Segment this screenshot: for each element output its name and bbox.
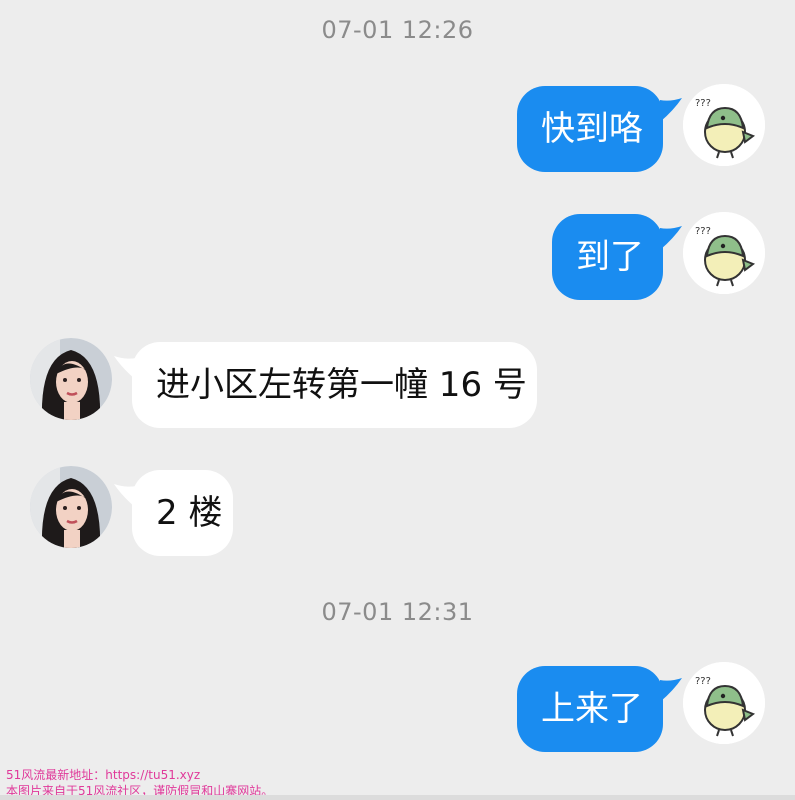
timestamp: 07-01 12:26 [321, 16, 474, 44]
woman-avatar-icon[interactable] [30, 466, 112, 548]
message-bubble[interactable]: 2 楼 [132, 470, 233, 556]
bubble-tail [660, 98, 682, 122]
message-bubble[interactable]: 上来了 [517, 666, 663, 752]
timestamp: 07-01 12:31 [321, 598, 474, 626]
bubble-tail [660, 678, 682, 702]
bird-avatar-icon[interactable] [683, 84, 765, 166]
message-row: 2 楼 [0, 466, 795, 556]
woman-avatar-icon[interactable] [30, 338, 112, 420]
message-bubble[interactable]: 到了 [552, 214, 663, 300]
bottom-divider [0, 795, 795, 800]
message-row: 快到咯 [0, 84, 795, 174]
message-row: 上来了 [0, 662, 795, 752]
bird-avatar-icon[interactable] [683, 662, 765, 744]
message-bubble[interactable]: 快到咯 [517, 86, 663, 172]
watermark-line-1: 51风流最新地址：https://tu51.xyz [6, 768, 201, 782]
message-row: 到了 [0, 212, 795, 302]
message-row: 进小区左转第一幢 16 号 [0, 338, 795, 428]
bubble-tail [660, 226, 682, 250]
message-bubble[interactable]: 进小区左转第一幢 16 号 [132, 342, 537, 428]
bird-avatar-icon[interactable] [683, 212, 765, 294]
